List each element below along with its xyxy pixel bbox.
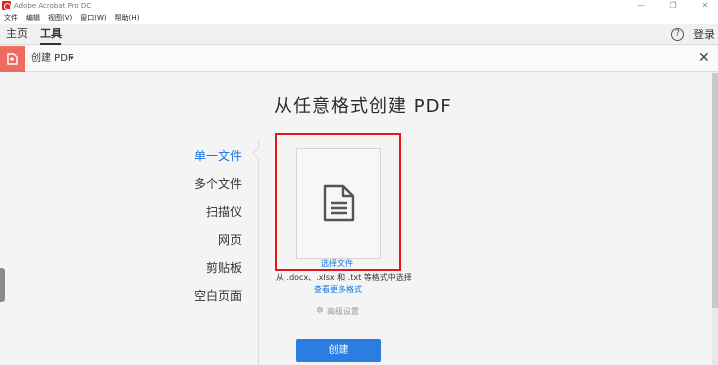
tab-tools[interactable]: 工具 xyxy=(40,27,62,41)
menu-bar: 文件 编辑 视图(V) 窗口(W) 帮助(H) xyxy=(0,12,718,24)
more-formats-link[interactable]: 查看更多格式 xyxy=(314,285,362,295)
format-hint: 从 .docx、.xlsx 和 .txt 等格式中选择 xyxy=(276,273,412,282)
create-button[interactable]: 创建 xyxy=(296,339,381,362)
page-title: 从任意格式创建 PDF xyxy=(274,96,452,117)
minimize-button[interactable]: — xyxy=(636,1,646,11)
source-blank-page[interactable]: 空白页面 xyxy=(194,288,242,304)
window-controls: — ❐ ✕ xyxy=(636,0,710,12)
menu-window[interactable]: 窗口(W) xyxy=(80,12,106,24)
menu-file[interactable]: 文件 xyxy=(4,12,18,24)
create-pdf-tool-button[interactable] xyxy=(0,46,25,72)
tool-bar: 创建 PDF ▾ ✕ xyxy=(0,46,718,72)
left-panel-toggle[interactable] xyxy=(0,268,5,302)
active-tab-indicator xyxy=(40,43,61,45)
menu-help[interactable]: 帮助(H) xyxy=(115,12,140,24)
help-icon[interactable]: ? xyxy=(671,28,684,41)
menu-edit[interactable]: 编辑 xyxy=(26,12,40,24)
source-single-file[interactable]: 单一文件 xyxy=(194,148,242,164)
chevron-down-icon[interactable]: ▾ xyxy=(70,52,74,65)
highlight-annotation xyxy=(275,133,401,271)
source-web-page[interactable]: 网页 xyxy=(218,232,242,248)
tool-name[interactable]: 创建 PDF xyxy=(31,52,74,65)
source-scanner[interactable]: 扫描仪 xyxy=(206,204,242,220)
vertical-scrollbar[interactable] xyxy=(712,73,718,308)
login-button[interactable]: 登录 xyxy=(693,28,715,41)
restore-button[interactable]: ❐ xyxy=(668,1,678,11)
window-title: Adobe Acrobat Pro DC xyxy=(14,2,92,10)
gear-icon[interactable]: ✲ xyxy=(316,306,324,316)
menu-view[interactable]: 视图(V) xyxy=(48,12,72,24)
close-window-button[interactable]: ✕ xyxy=(700,1,710,11)
source-multiple-files[interactable]: 多个文件 xyxy=(194,176,242,192)
title-bar: Adobe Acrobat Pro DC — ❐ ✕ xyxy=(0,0,718,12)
create-pdf-icon xyxy=(7,53,18,65)
nav-bar: 主页 工具 ? 登录 xyxy=(0,24,718,45)
tab-home[interactable]: 主页 xyxy=(6,27,28,41)
scrollbar-track xyxy=(712,308,718,365)
advanced-settings-link[interactable]: 高级设置 xyxy=(327,307,359,317)
close-tool-button[interactable]: ✕ xyxy=(698,50,710,66)
divider xyxy=(258,140,259,365)
acrobat-logo-icon xyxy=(2,1,11,10)
source-clipboard[interactable]: 剪贴板 xyxy=(206,260,242,276)
